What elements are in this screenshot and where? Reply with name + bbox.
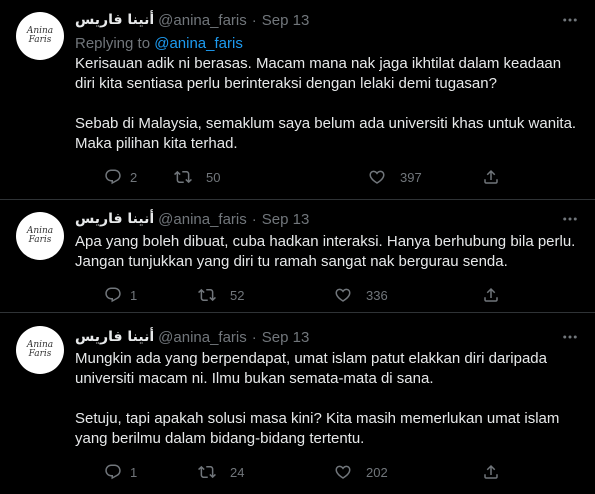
reply-icon [105,169,121,185]
separator-dot: · [251,210,257,228]
tweet-date[interactable]: Sep 13 [262,12,310,29]
tweet-header: أنينا فاريس @anina_faris · Sep 13 [75,209,309,229]
tweet[interactable]: Anina Faris أنينا فاريس @anina_faris · S… [0,0,595,199]
tweet-line: yang berilmu dalam bidang-bidang tertent… [75,430,365,447]
author-handle[interactable]: @anina_faris [158,211,247,228]
like-button[interactable]: 336 [334,285,388,305]
retweet-button[interactable]: 52 [198,285,244,305]
tweet-date[interactable]: Sep 13 [262,211,310,228]
avatar[interactable]: Anina Faris [16,12,64,60]
tweet-text: Kerisauan adik ni berasas. Macam mana na… [75,54,577,154]
author-name[interactable]: أنينا فاريس [75,211,154,227]
separator-dot: · [251,11,257,29]
tweet-text: Apa yang boleh dibuat, cuba hadkan inter… [75,232,575,272]
like-count: 336 [366,287,388,303]
tweet-line: Jangan tunjukkan yang diri tu ramah sang… [75,253,508,270]
tweet-header: أنينا فاريس @anina_faris · Sep 13 [75,10,309,30]
replying-to-link[interactable]: @anina_faris [154,35,243,52]
reply-button[interactable]: 2 [104,167,137,187]
more-icon [563,335,577,339]
retweet-count: 52 [230,287,245,303]
replying-to-label: Replying to [75,35,151,52]
separator-dot: · [251,328,257,346]
more-button[interactable] [561,11,579,29]
like-count: 202 [366,464,388,480]
replying-to: Replying to @anina_faris [75,35,243,52]
tweet-line: universiti macam ni. Ilmu bukan semata-m… [75,370,434,387]
more-button[interactable] [561,328,579,346]
tweet[interactable]: Anina Faris أنينا فاريس @anina_faris · S… [0,313,595,494]
tweet-line: Setuju, tapi apakah solusi masa kini? Ki… [75,410,560,427]
retweet-icon [198,288,216,302]
retweet-icon [198,465,216,479]
reply-icon [105,287,121,303]
reply-count: 2 [130,169,138,185]
retweet-button[interactable]: 50 [174,167,220,187]
avatar[interactable]: Anina Faris [16,212,64,260]
tweet-line: Kerisauan adik ni berasas. Macam mana na… [75,55,562,72]
tweet-text: Mungkin ada yang berpendapat, umat islam… [75,349,575,449]
like-button[interactable]: 202 [334,462,388,482]
tweet-line: Sebab di Malaysia, semaklum saya belum a… [75,115,577,132]
tweet-header: أنينا فاريس @anina_faris · Sep 13 [75,327,309,347]
tweet[interactable]: Anina Faris أنينا فاريس @anina_faris · S… [0,200,595,312]
reply-icon [105,464,121,480]
share-icon [484,464,498,479]
more-icon [563,217,577,221]
reply-button[interactable]: 1 [104,285,137,305]
heart-icon [369,170,385,184]
retweet-icon [174,170,192,184]
heart-icon [335,465,351,479]
share-icon [484,169,498,184]
retweet-count: 24 [230,464,245,480]
share-button[interactable] [482,167,500,187]
tweet-line: Mungkin ada yang berpendapat, umat islam… [75,350,547,367]
author-name[interactable]: أنينا فاريس [75,12,154,28]
avatar-logo: Anina Faris [26,226,54,245]
tweet-line: Maka pilihan kita terhad. [75,135,238,152]
more-icon [563,18,577,22]
tweet-date[interactable]: Sep 13 [262,329,310,346]
author-name[interactable]: أنينا فاريس [75,329,154,345]
author-handle[interactable]: @anina_faris [158,329,247,346]
avatar[interactable]: Anina Faris [16,326,64,374]
author-handle[interactable]: @anina_faris [158,12,247,29]
avatar-logo: Anina Faris [26,26,54,45]
heart-icon [335,288,351,302]
share-icon [484,287,498,302]
retweet-button[interactable]: 24 [198,462,244,482]
retweet-count: 50 [206,169,221,185]
like-count: 397 [400,169,422,185]
reply-count: 1 [130,287,138,303]
more-button[interactable] [561,210,579,228]
share-button[interactable] [482,462,500,482]
reply-count: 1 [130,464,138,480]
share-button[interactable] [482,285,500,305]
reply-button[interactable]: 1 [104,462,137,482]
tweet-line: diri kita sentiasa perlu berinteraksi de… [75,75,497,92]
tweet-line: Apa yang boleh dibuat, cuba hadkan inter… [75,233,576,250]
like-button[interactable]: 397 [368,167,422,187]
avatar-logo: Anina Faris [26,340,54,359]
